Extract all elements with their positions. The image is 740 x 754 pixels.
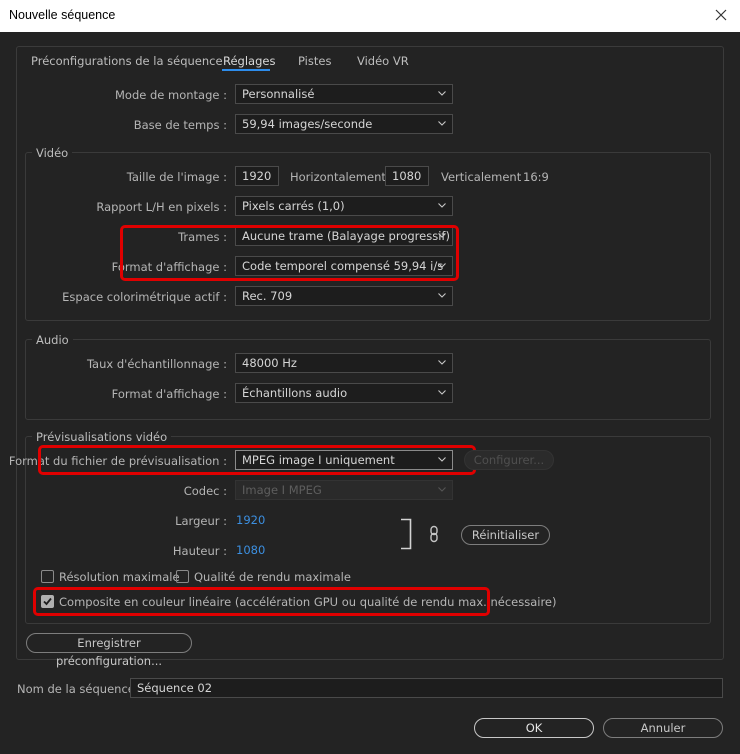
fields-value: Aucune trame (Balayage progressif) <box>242 229 450 243</box>
reset-button[interactable]: Réinitialiser <box>461 525 550 545</box>
fields-dropdown[interactable]: Aucune trame (Balayage progressif) <box>235 226 453 246</box>
linear-color-checkbox[interactable] <box>41 595 54 608</box>
sample-rate-dropdown[interactable]: 48000 Hz <box>235 353 453 373</box>
audio-display-format-value: Échantillons audio <box>242 386 348 400</box>
audio-display-format-label: Format d'affichage : <box>111 387 227 401</box>
checkmark-icon <box>43 597 52 606</box>
pixel-aspect-value: Pixels carrés (1,0) <box>242 199 345 213</box>
tab-vr-video[interactable]: Vidéo VR <box>357 54 409 68</box>
chain-link-icon[interactable] <box>428 525 440 543</box>
preview-group-label: Prévisualisations vidéo <box>32 430 172 444</box>
timebase-label: Base de temps : <box>133 118 227 132</box>
preview-format-label: Format du fichier de prévisualisation : <box>8 454 227 468</box>
save-preset-button[interactable]: Enregistrer préconfiguration... <box>26 633 192 668</box>
tab-tracks[interactable]: Pistes <box>298 54 331 68</box>
sample-rate-label: Taux d'échantillonnage : <box>86 357 227 371</box>
horizontal-label: Horizontalement <box>290 170 386 184</box>
timebase-dropdown[interactable]: 59,94 images/seconde <box>235 114 453 134</box>
editing-mode-value: Personnalisé <box>242 87 315 101</box>
chevron-down-icon <box>438 390 446 395</box>
max-quality-label: Qualité de rendu maximale <box>194 570 351 584</box>
preview-format-value: MPEG image I uniquement <box>242 453 395 467</box>
chevron-down-icon <box>438 233 446 238</box>
ok-button[interactable]: OK <box>474 718 594 738</box>
max-quality-checkbox[interactable] <box>176 570 189 583</box>
codec-dropdown[interactable]: Image I MPEG <box>235 480 453 500</box>
preview-height-label: Hauteur : <box>172 544 227 558</box>
frame-width-input[interactable]: 1920 <box>235 166 279 186</box>
codec-value: Image I MPEG <box>242 483 322 497</box>
video-display-format-label: Format d'affichage : <box>111 260 227 274</box>
pixel-aspect-label: Rapport L/H en pixels : <box>96 200 227 214</box>
frame-height-input[interactable]: 1080 <box>385 166 429 186</box>
window-title: Nouvelle séquence <box>9 8 116 22</box>
chevron-down-icon <box>438 203 446 208</box>
active-tab-indicator <box>222 69 270 71</box>
link-bracket-icon <box>401 518 412 550</box>
video-display-format-value: Code temporel compensé 59,94 i/s <box>242 259 444 273</box>
audio-display-format-dropdown[interactable]: Échantillons audio <box>235 383 453 403</box>
chevron-down-icon <box>438 293 446 298</box>
chevron-down-icon <box>438 121 446 126</box>
codec-label: Codec : <box>183 484 227 498</box>
max-resolution-label: Résolution maximale <box>59 570 180 584</box>
sequence-name-input[interactable]: Séquence 02 <box>130 678 723 698</box>
linear-color-label: Composite en couleur linéaire (accélérat… <box>59 595 557 609</box>
preview-height-value[interactable]: 1080 <box>236 543 265 557</box>
audio-group-label: Audio <box>32 333 73 347</box>
vertical-label: Verticalement <box>441 170 522 184</box>
color-space-dropdown[interactable]: Rec. 709 <box>235 286 453 306</box>
video-display-format-dropdown[interactable]: Code temporel compensé 59,94 i/s <box>235 256 453 276</box>
tab-settings[interactable]: Réglages <box>223 54 275 68</box>
preview-format-dropdown[interactable]: MPEG image I uniquement <box>235 450 453 470</box>
timebase-value: 59,94 images/seconde <box>242 117 373 131</box>
fields-label: Trames : <box>178 230 227 244</box>
color-space-value: Rec. 709 <box>242 289 293 303</box>
max-resolution-checkbox[interactable] <box>41 570 54 583</box>
chevron-down-icon <box>438 457 446 462</box>
chevron-down-icon <box>438 263 446 268</box>
aspect-ratio: 16:9 <box>523 170 549 184</box>
color-space-label: Espace colorimétrique actif : <box>62 290 227 304</box>
cancel-button[interactable]: Annuler <box>603 718 723 738</box>
pixel-aspect-dropdown[interactable]: Pixels carrés (1,0) <box>235 196 453 216</box>
configure-button[interactable]: Configurer... <box>464 450 554 470</box>
sequence-name-label: Nom de la séquence : <box>17 682 143 696</box>
title-bar: Nouvelle séquence <box>0 0 740 32</box>
chevron-down-icon <box>438 360 446 365</box>
audio-group <box>25 339 711 420</box>
preview-width-value[interactable]: 1920 <box>236 513 265 527</box>
chevron-down-icon <box>438 91 446 96</box>
close-icon <box>715 9 727 21</box>
preview-width-label: Largeur : <box>175 514 227 528</box>
chevron-down-icon <box>438 487 446 492</box>
close-button[interactable] <box>708 2 734 28</box>
editing-mode-dropdown[interactable]: Personnalisé <box>235 84 453 104</box>
editing-mode-label: Mode de montage : <box>114 88 227 102</box>
video-group-label: Vidéo <box>32 146 73 160</box>
frame-size-label: Taille de l'image : <box>126 170 227 184</box>
tab-presets[interactable]: Préconfigurations de la séquence <box>31 54 223 68</box>
sample-rate-value: 48000 Hz <box>242 356 297 370</box>
